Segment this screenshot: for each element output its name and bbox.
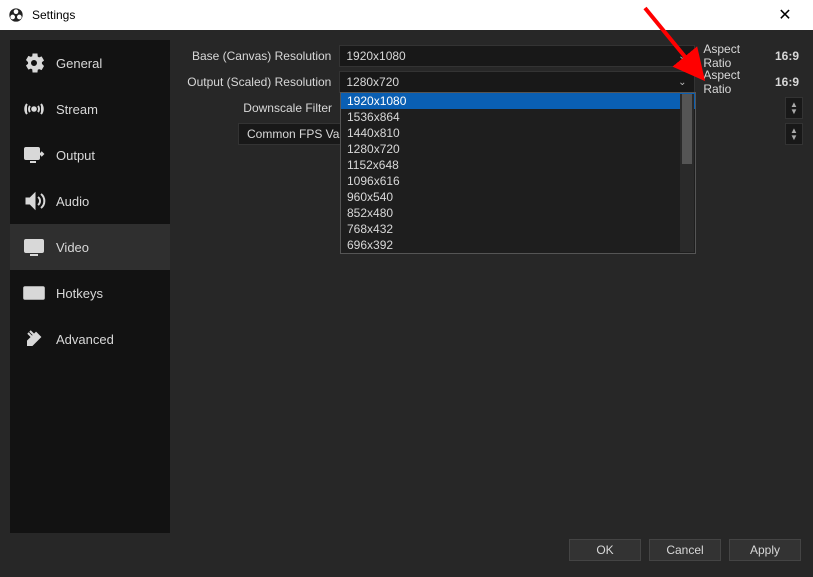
chevron-down-icon[interactable]: ⌄ <box>674 77 690 88</box>
base-resolution-label: Base (Canvas) Resolution <box>180 49 339 63</box>
sidebar-item-label: Video <box>56 240 89 255</box>
ok-button[interactable]: OK <box>569 539 641 561</box>
sidebar-item-label: Audio <box>56 194 89 209</box>
sidebar-item-label: Output <box>56 148 95 163</box>
dropdown-option[interactable]: 1440x810 <box>341 125 695 141</box>
dialog-buttons: OK Cancel Apply <box>10 533 803 567</box>
sidebar-item-hotkeys[interactable]: Hotkeys <box>10 270 170 316</box>
dropdown-option[interactable]: 1152x648 <box>341 157 695 173</box>
sidebar-item-audio[interactable]: Audio <box>10 178 170 224</box>
fps-value-spinner[interactable]: ▲▼ <box>785 123 803 145</box>
chevron-down-icon[interactable]: ⌄ <box>674 51 690 62</box>
aspect-ratio-value: 16:9 <box>775 49 799 63</box>
dropdown-option[interactable]: 1096x616 <box>341 173 695 189</box>
keyboard-icon <box>22 281 46 305</box>
sidebar-item-advanced[interactable]: Advanced <box>10 316 170 362</box>
gear-icon <box>22 51 46 75</box>
cancel-button[interactable]: Cancel <box>649 539 721 561</box>
content-row: General Stream Output Audio <box>10 40 803 533</box>
window-body: General Stream Output Audio <box>0 30 813 577</box>
output-resolution-label: Output (Scaled) Resolution <box>180 75 339 89</box>
dropdown-option[interactable]: 1536x864 <box>341 109 695 125</box>
apply-button[interactable]: Apply <box>729 539 801 561</box>
output-resolution-row: Output (Scaled) Resolution 1280x720 ⌄ As… <box>180 70 803 94</box>
output-resolution-combo[interactable]: 1280x720 ⌄ <box>339 71 695 93</box>
window-title: Settings <box>32 8 765 22</box>
audio-icon <box>22 189 46 213</box>
titlebar: Settings ✕ <box>0 0 813 30</box>
output-icon <box>22 143 46 167</box>
base-resolution-row: Base (Canvas) Resolution 1920x1080 ⌄ Asp… <box>180 44 803 68</box>
aspect-ratio-label: Aspect Ratio <box>703 42 771 70</box>
sidebar-item-label: General <box>56 56 102 71</box>
sidebar-item-general[interactable]: General <box>10 40 170 86</box>
sidebar: General Stream Output Audio <box>10 40 170 533</box>
dropdown-option[interactable]: 768x432 <box>341 221 695 237</box>
dropdown-option[interactable]: 960x540 <box>341 189 695 205</box>
output-resolution-dropdown[interactable]: 1920x1080 1536x864 1440x810 1280x720 115… <box>340 92 696 254</box>
sidebar-item-output[interactable]: Output <box>10 132 170 178</box>
sidebar-item-video[interactable]: Video <box>10 224 170 270</box>
scrollbar-thumb[interactable] <box>682 94 692 164</box>
base-resolution-value: 1920x1080 <box>346 49 674 63</box>
base-resolution-combo[interactable]: 1920x1080 ⌄ <box>339 45 695 67</box>
dropdown-option[interactable]: 852x480 <box>341 205 695 221</box>
video-settings-panel: Base (Canvas) Resolution 1920x1080 ⌄ Asp… <box>180 40 803 533</box>
sidebar-item-label: Advanced <box>56 332 114 347</box>
dropdown-option[interactable]: 696x392 <box>341 237 695 253</box>
dropdown-scrollbar[interactable] <box>680 94 694 252</box>
aspect-ratio-label: Aspect Ratio <box>703 68 771 96</box>
dropdown-option[interactable]: 1920x1080 <box>341 93 695 109</box>
sidebar-item-stream[interactable]: Stream <box>10 86 170 132</box>
downscale-filter-spinner[interactable]: ▲▼ <box>785 97 803 119</box>
video-icon <box>22 235 46 259</box>
output-resolution-value: 1280x720 <box>346 75 674 89</box>
downscale-filter-label: Downscale Filter <box>180 101 340 115</box>
sidebar-item-label: Hotkeys <box>56 286 103 301</box>
base-aspect-ratio: Aspect Ratio 16:9 <box>695 42 803 70</box>
output-aspect-ratio: Aspect Ratio 16:9 <box>695 68 803 96</box>
sidebar-item-label: Stream <box>56 102 98 117</box>
stream-icon <box>22 97 46 121</box>
app-icon <box>8 7 24 23</box>
aspect-ratio-value: 16:9 <box>775 75 799 89</box>
tools-icon <box>22 327 46 351</box>
close-button[interactable]: ✕ <box>765 5 805 25</box>
dropdown-option[interactable]: 1280x720 <box>341 141 695 157</box>
